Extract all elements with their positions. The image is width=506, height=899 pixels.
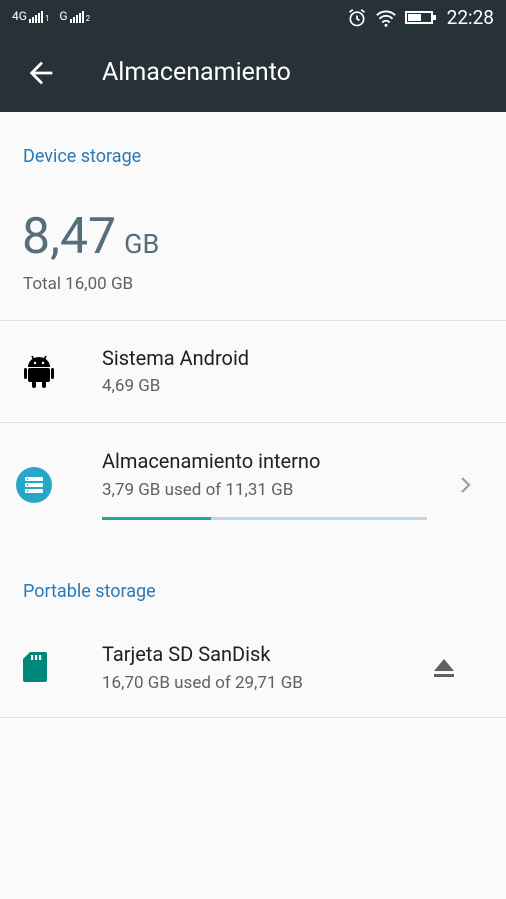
- network-2-label: G: [59, 9, 68, 23]
- clock: 22:28: [446, 6, 494, 29]
- signal-indicators: 4G 1 G 2: [12, 9, 90, 23]
- network-1-label: 4G: [12, 9, 27, 23]
- tarjeta-sd-usage: 16,70 GB used of 29,71 GB: [102, 673, 303, 693]
- used-storage-value: 8,47: [22, 208, 117, 266]
- sim-1-label: 1: [44, 14, 50, 23]
- chevron-right-icon[interactable]: [458, 474, 474, 496]
- app-bar: Almacenamiento: [0, 36, 506, 112]
- divider: [0, 320, 506, 321]
- used-storage-summary: 8,47 GB: [22, 208, 159, 266]
- device-storage-header: Device storage: [23, 146, 142, 167]
- sd-card-icon: [23, 652, 47, 682]
- storage-progress-bar: [102, 517, 427, 520]
- divider: [0, 717, 506, 718]
- sistema-android-title: Sistema Android: [102, 346, 250, 370]
- almacenamiento-interno-usage: 3,79 GB used of 11,31 GB: [102, 480, 294, 500]
- android-icon: [24, 355, 54, 388]
- wifi-icon: [375, 10, 396, 27]
- used-storage-unit: GB: [124, 228, 160, 260]
- tarjeta-sd-title: Tarjeta SD SanDisk: [102, 642, 271, 666]
- sistema-android-size: 4,69 GB: [102, 376, 161, 396]
- eject-icon[interactable]: [432, 656, 456, 680]
- storage-progress-fill: [102, 517, 211, 520]
- arrow-back-icon[interactable]: [24, 56, 58, 90]
- sim-2-label: 2: [85, 14, 91, 23]
- signal-2-icon: [69, 10, 84, 23]
- status-bar: 4G 1 G 2 22:28: [0, 0, 506, 36]
- almacenamiento-interno-title: Almacenamiento interno: [102, 449, 321, 473]
- total-storage-label: Total 16,00 GB: [23, 274, 134, 294]
- portable-storage-header: Portable storage: [23, 581, 156, 602]
- alarm-icon: [348, 8, 365, 26]
- battery-icon: [404, 11, 436, 24]
- signal-1-icon: [28, 10, 43, 23]
- page-title: Almacenamiento: [102, 58, 291, 87]
- storage-icon: [16, 467, 52, 503]
- divider: [0, 422, 506, 423]
